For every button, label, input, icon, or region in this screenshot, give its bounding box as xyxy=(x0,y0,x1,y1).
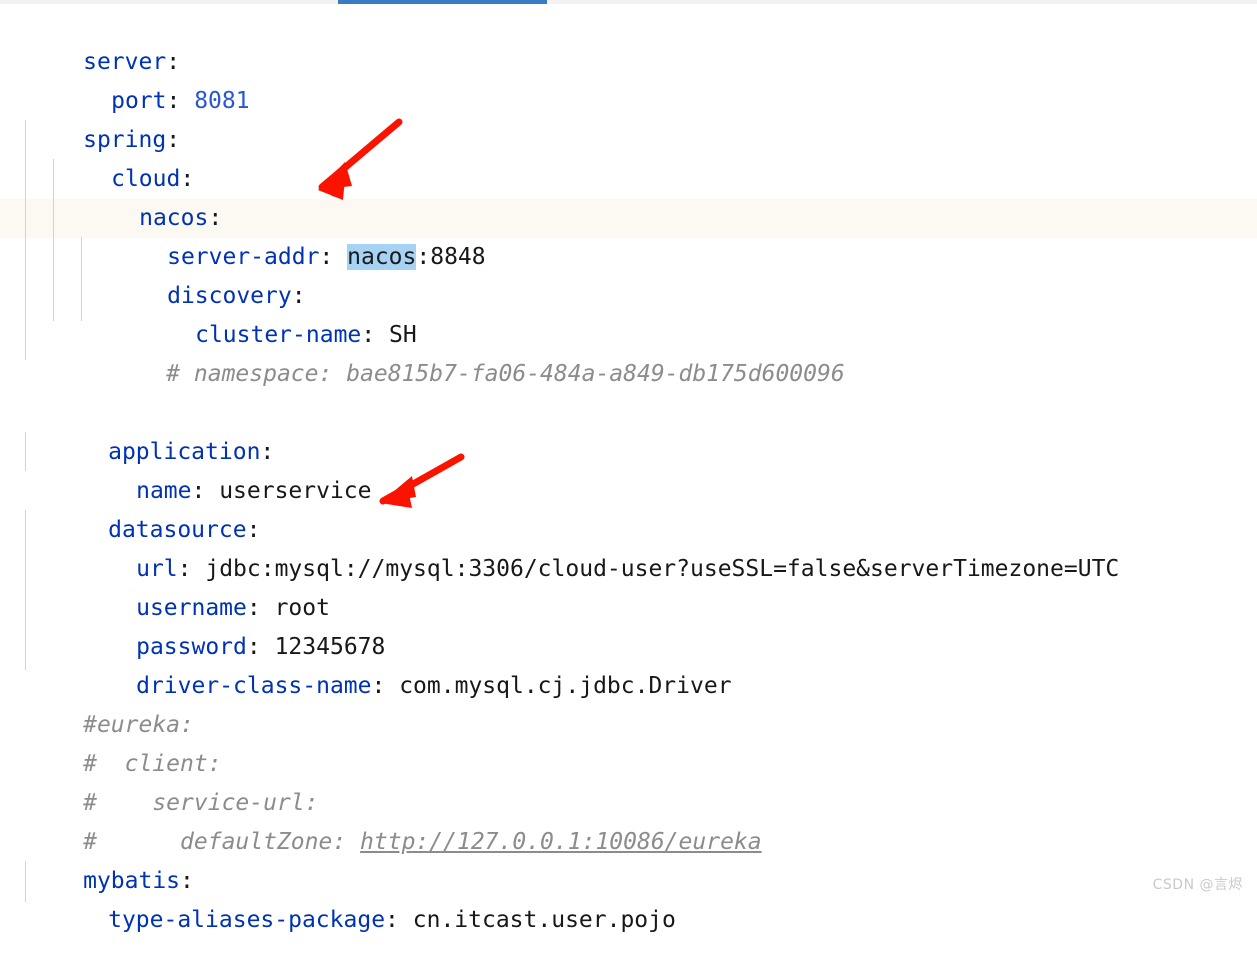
indent-guide-1 xyxy=(25,120,26,360)
colon: : xyxy=(166,49,181,75)
yaml-value-cluster-name: SH xyxy=(388,322,417,348)
colon: : xyxy=(385,907,413,933)
yaml-comment-eureka: #eureka: xyxy=(83,712,194,738)
selected-token-nacos[interactable]: nacos xyxy=(347,244,417,270)
yaml-key-cluster-name: cluster-name xyxy=(195,322,362,348)
colon: : xyxy=(361,322,389,348)
yaml-key-server-addr: server-addr xyxy=(167,244,320,270)
colon: : xyxy=(246,595,275,621)
yaml-comment-service-url: # service-url: xyxy=(83,790,319,816)
yaml-key-spring: spring xyxy=(83,127,167,153)
colon: : xyxy=(177,556,206,582)
yaml-key-type-aliases-package: type-aliases-package xyxy=(108,907,386,933)
yaml-value-port: 8081 xyxy=(194,88,250,114)
yaml-key-name: name xyxy=(136,478,192,504)
csdn-watermark: CSDN @言烬 xyxy=(1152,877,1243,893)
eureka-url-link[interactable]: http://127.0.0.1:10086/eureka xyxy=(360,829,762,855)
colon: : xyxy=(191,478,220,504)
yaml-value-driver-class-name: com.mysql.cj.jdbc.Driver xyxy=(399,673,732,699)
yaml-value-server-addr-port: :8848 xyxy=(416,244,486,270)
yaml-key-discovery: discovery xyxy=(167,283,292,309)
yaml-comment-client: # client: xyxy=(83,751,222,777)
colon: : xyxy=(180,166,195,192)
yaml-value-username: root xyxy=(274,595,330,621)
code-line-application[interactable]: application: xyxy=(0,394,1257,465)
yaml-value-name: userservice xyxy=(219,478,372,504)
colon: : xyxy=(246,517,261,543)
colon: : xyxy=(208,205,223,231)
yaml-key-nacos: nacos xyxy=(139,205,209,231)
indent-guide-5 xyxy=(25,510,26,670)
yaml-value-password: 12345678 xyxy=(274,634,386,660)
yaml-value-type-aliases-package: cn.itcast.user.pojo xyxy=(412,907,676,933)
code-line-cloud[interactable]: cloud: xyxy=(0,121,1257,192)
yaml-key-mybatis: mybatis xyxy=(83,868,181,894)
yaml-value-url: jdbc:mysql://mysql:3306/cloud-user?useSS… xyxy=(205,556,1120,582)
colon: : xyxy=(371,673,400,699)
code-line-port[interactable]: port: 8081 xyxy=(0,43,1257,114)
yaml-key-datasource: datasource xyxy=(108,517,247,543)
colon: : xyxy=(260,439,275,465)
colon: : xyxy=(166,88,195,114)
yaml-key-application: application xyxy=(108,439,261,465)
yaml-key-cloud: cloud xyxy=(111,166,181,192)
colon: : xyxy=(166,127,181,153)
yaml-key-server: server xyxy=(83,49,167,75)
colon: : xyxy=(246,634,275,660)
yaml-key-username: username xyxy=(136,595,247,621)
indent-guide-4 xyxy=(25,432,26,471)
code-editor[interactable]: server: port: 8081 spring: cloud: nacos:… xyxy=(0,0,1257,933)
yaml-key-driver-class-name: driver-class-name xyxy=(136,673,372,699)
indent-guide-6 xyxy=(25,861,26,902)
colon: : xyxy=(180,868,194,894)
yaml-comment-defaultzone: # defaultZone: xyxy=(83,829,361,855)
yaml-comment-namespace: # namespace: bae815b7-fa06-484a-a849-db1… xyxy=(83,361,845,387)
indent-guide-3 xyxy=(81,237,82,321)
colon: : xyxy=(319,244,348,270)
code-line-server[interactable]: server: xyxy=(0,4,1257,75)
yaml-key-url: url xyxy=(136,556,178,582)
code-content[interactable]: server: port: 8081 spring: cloud: nacos:… xyxy=(0,4,1257,933)
yaml-key-password: password xyxy=(136,634,247,660)
indent-guide-2 xyxy=(53,159,54,321)
yaml-key-port: port xyxy=(111,88,167,114)
colon: : xyxy=(291,283,306,309)
